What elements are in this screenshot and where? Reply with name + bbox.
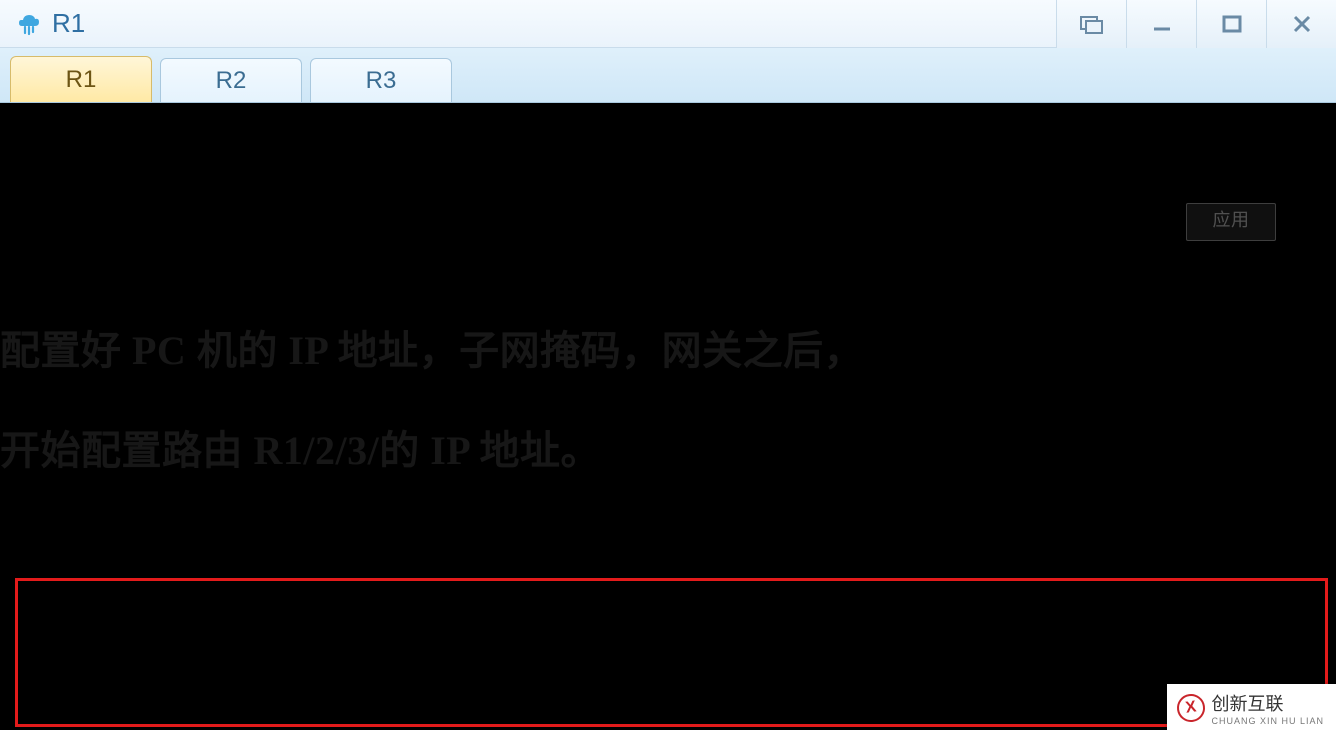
minimize-button[interactable] xyxy=(1126,0,1196,48)
terminal-output[interactable]: 配置好 PC 机的 IP 地址，子网掩码，网关之后， 开始配置路由 R1/2/3… xyxy=(0,103,1336,730)
background-ghost-text-2: 开始配置路由 R1/2/3/的 IP 地址。 xyxy=(0,433,1336,469)
window-controls xyxy=(1056,0,1336,48)
window-titlebar: R1 xyxy=(0,0,1336,48)
tab-r1[interactable]: R1 xyxy=(10,56,152,102)
watermark-subtext: CHUANG XIN HU LIAN xyxy=(1211,716,1324,726)
restore-sub-button[interactable] xyxy=(1056,0,1126,48)
tab-r3[interactable]: R3 xyxy=(310,58,452,102)
highlight-box xyxy=(15,578,1328,727)
tab-row: R1 R2 R3 xyxy=(0,48,1336,103)
window-title: R1 xyxy=(52,8,85,39)
watermark-text: 创新互联 xyxy=(1211,690,1324,716)
background-ghost-button: 应用 xyxy=(1186,203,1276,241)
watermark-logo-icon: X xyxy=(1176,692,1208,724)
tab-r2[interactable]: R2 xyxy=(160,58,302,102)
maximize-button[interactable] xyxy=(1196,0,1266,48)
watermark: X 创新互联 CHUANG XIN HU LIAN xyxy=(1167,684,1336,730)
close-button[interactable] xyxy=(1266,0,1336,48)
app-icon xyxy=(14,9,44,39)
background-ghost-text-1: 配置好 PC 机的 IP 地址，子网掩码，网关之后， xyxy=(0,333,1336,369)
